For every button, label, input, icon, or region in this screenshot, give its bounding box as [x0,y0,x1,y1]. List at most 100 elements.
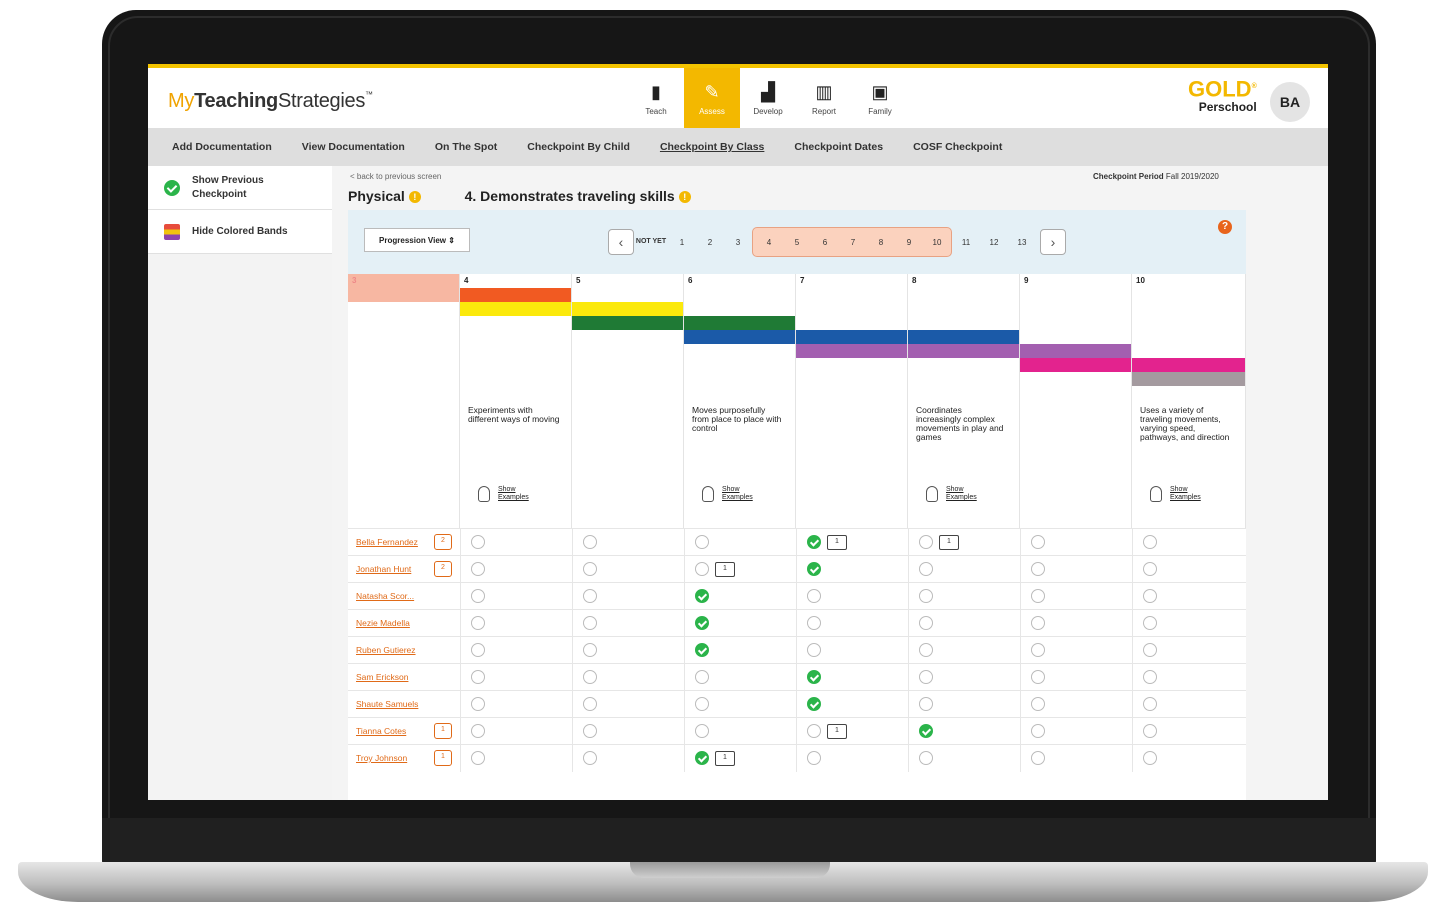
rating-radio[interactable] [583,643,597,657]
rating-cell[interactable] [460,664,572,691]
rating-cell[interactable] [1020,691,1132,718]
pager-level[interactable]: 13 [1008,238,1036,247]
rating-radio[interactable] [471,670,485,684]
student-name-link[interactable]: Jonathan Hunt [356,564,411,574]
rating-radio[interactable] [1143,670,1157,684]
rating-cell[interactable] [1020,664,1132,691]
rating-radio[interactable] [1031,535,1045,549]
pager-prev-button[interactable]: ‹ [608,229,634,255]
rating-radio[interactable] [1031,670,1045,684]
rating-radio[interactable] [471,724,485,738]
rating-radio[interactable] [919,535,933,549]
rating-radio[interactable] [1143,724,1157,738]
rating-radio[interactable] [583,724,597,738]
rating-cell[interactable]: 1 [796,718,908,745]
documentation-icon[interactable]: 1 [715,751,735,766]
rating-cell[interactable]: 1 [796,529,908,556]
subnav-cosf-checkpoint[interactable]: COSF Checkpoint [913,141,1002,153]
rating-radio[interactable] [471,589,485,603]
rating-radio[interactable] [583,616,597,630]
rating-radio[interactable] [1031,751,1045,765]
rating-radio[interactable] [919,697,933,711]
rating-radio[interactable] [695,724,709,738]
rating-cell[interactable] [1132,745,1246,772]
rating-cell[interactable] [1020,556,1132,583]
rating-cell[interactable]: 1 [684,556,796,583]
rating-cell[interactable] [796,664,908,691]
rating-cell[interactable] [1020,529,1132,556]
rating-cell[interactable] [908,718,1020,745]
pager-level[interactable]: 1 [668,238,696,247]
rating-radio[interactable] [1143,616,1157,630]
rating-radio[interactable] [695,535,709,549]
rating-cell[interactable] [1132,529,1246,556]
rating-radio[interactable] [471,643,485,657]
pager-level[interactable]: 5 [783,238,811,247]
rating-radio[interactable] [919,616,933,630]
pager-level[interactable]: 4 [755,238,783,247]
rating-cell[interactable] [1020,718,1132,745]
rating-radio[interactable] [807,724,821,738]
student-name-link[interactable]: Shaute Samuels [356,699,418,709]
nav-assess[interactable]: ✎ Assess [684,68,740,128]
back-link[interactable]: < back to previous screen [350,172,441,181]
rating-cell[interactable] [908,691,1020,718]
help-icon[interactable]: ? [1218,220,1232,234]
pager-level[interactable]: 9 [895,238,923,247]
pager-level[interactable]: 8 [867,238,895,247]
rating-cell[interactable] [796,556,908,583]
rating-cell[interactable] [684,691,796,718]
show-previous-checkpoint-toggle[interactable]: Show Previous Checkpoint [148,166,332,210]
rating-checked-icon[interactable] [807,535,821,549]
rating-radio[interactable] [1031,643,1045,657]
rating-cell[interactable] [684,610,796,637]
rating-checked-icon[interactable] [807,670,821,684]
pager-level[interactable]: 7 [839,238,867,247]
rating-cell[interactable] [908,610,1020,637]
rating-radio[interactable] [583,697,597,711]
rating-radio[interactable] [471,697,485,711]
subnav-checkpoint-by-child[interactable]: Checkpoint By Child [527,141,630,153]
rating-radio[interactable] [1031,562,1045,576]
rating-cell[interactable] [572,529,684,556]
rating-checked-icon[interactable] [695,643,709,657]
subnav-add-documentation[interactable]: Add Documentation [172,141,272,153]
rating-radio[interactable] [583,670,597,684]
rating-radio[interactable] [919,670,933,684]
rating-radio[interactable] [807,643,821,657]
rating-radio[interactable] [471,562,485,576]
rating-radio[interactable] [919,589,933,603]
rating-cell[interactable] [908,745,1020,772]
student-name-link[interactable]: Troy Johnson [356,753,407,763]
rating-radio[interactable] [807,616,821,630]
rating-cell[interactable] [684,583,796,610]
rating-radio[interactable] [919,643,933,657]
rating-cell[interactable] [684,718,796,745]
rating-radio[interactable] [1143,562,1157,576]
rating-cell[interactable] [460,556,572,583]
rating-checked-icon[interactable] [807,697,821,711]
rating-cell[interactable] [908,664,1020,691]
rating-cell[interactable] [1132,718,1246,745]
documentation-icon[interactable]: 1 [715,562,735,577]
documentation-icon[interactable]: 1 [827,535,847,550]
rating-radio[interactable] [583,751,597,765]
rating-radio[interactable] [1031,616,1045,630]
rating-cell[interactable] [1020,745,1132,772]
rating-radio[interactable] [1143,643,1157,657]
rating-cell[interactable] [1132,583,1246,610]
rating-radio[interactable] [1031,589,1045,603]
rating-cell[interactable]: 1 [908,529,1020,556]
subnav-view-documentation[interactable]: View Documentation [302,141,405,153]
rating-radio[interactable] [919,562,933,576]
documentation-icon[interactable]: 1 [827,724,847,739]
hide-colored-bands-toggle[interactable]: Hide Colored Bands [148,210,332,254]
rating-cell[interactable] [684,664,796,691]
subnav-on-the-spot[interactable]: On The Spot [435,141,497,153]
student-name-link[interactable]: Nezie Madella [356,618,410,628]
documentation-folder-icon[interactable]: 2 [434,534,452,550]
rating-cell[interactable] [908,637,1020,664]
show-examples-link[interactable]: Show Examples [1150,486,1204,502]
rating-cell[interactable] [572,691,684,718]
rating-radio[interactable] [1143,697,1157,711]
